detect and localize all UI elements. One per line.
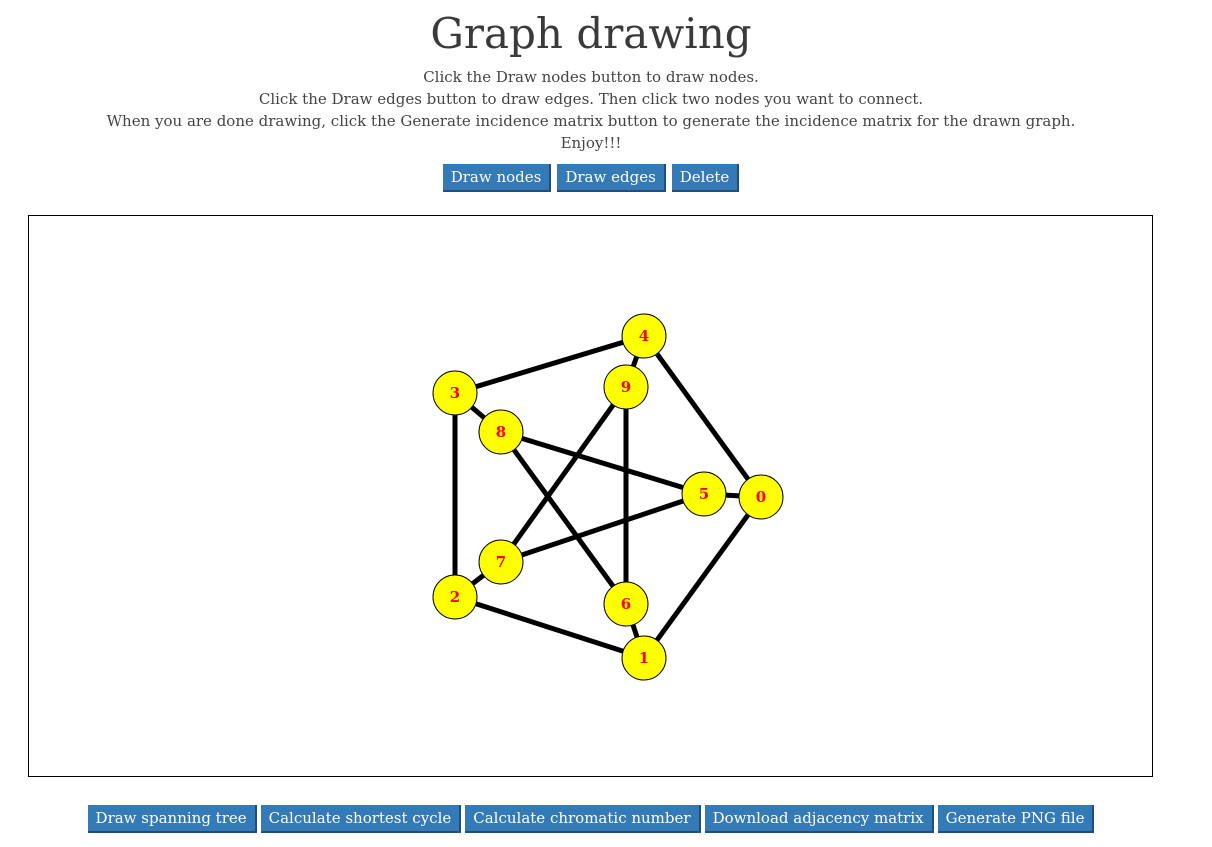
graph-node-5[interactable]: 5 [681,471,727,517]
graph-edge-0-1[interactable] [641,495,764,660]
draw-edges-button[interactable]: Draw edges [557,164,666,192]
graph-edge-8-5[interactable] [500,429,705,497]
node-label: 7 [496,553,506,571]
instruction-line: Enjoy!!! [560,134,622,152]
page-title: Graph drawing [430,9,752,58]
draw-spanning-tree-button[interactable]: Draw spanning tree [87,805,257,833]
instructions: Click the Draw nodes button to draw node… [0,66,1182,154]
node-label: 4 [639,327,649,345]
calculate-shortest-cycle-button[interactable]: Calculate shortest cycle [260,805,462,833]
node-label: 9 [621,378,631,396]
graph-node-0[interactable]: 0 [738,474,784,520]
drawing-canvas[interactable]: 0 1 2 3 4 5 6 7 8 9 [28,215,1153,777]
graph-node-1[interactable]: 1 [621,635,667,681]
node-label: 3 [450,384,460,402]
instruction-line: Click the Draw nodes button to draw node… [423,68,759,86]
node-label: 2 [450,588,460,606]
graph-edge-5-7[interactable] [500,491,705,565]
graph-node-4[interactable]: 4 [621,313,667,359]
graph-node-2[interactable]: 2 [432,574,478,620]
graph-node-6[interactable]: 6 [603,581,649,627]
instruction-line: When you are done drawing, click the Gen… [106,112,1076,130]
delete-button[interactable]: Delete [671,164,740,192]
calculate-chromatic-number-button[interactable]: Calculate chromatic number [465,805,701,833]
graph-node-8[interactable]: 8 [478,409,524,455]
graph-node-9[interactable]: 9 [603,364,649,410]
node-label: 1 [639,649,649,667]
bottom-toolbar: Draw spanning tree Calculate shortest cy… [0,805,1182,833]
node-label: 0 [756,488,766,506]
toolbar: Draw nodes Draw edges Delete [0,164,1182,192]
draw-nodes-button[interactable]: Draw nodes [442,164,552,192]
download-adjacency-matrix-button[interactable]: Download adjacency matrix [704,805,934,833]
page: Graph drawing Click the Draw nodes butto… [0,0,1212,847]
graph-node-3[interactable]: 3 [432,370,478,416]
graph-svg[interactable]: 0 1 2 3 4 5 6 7 8 9 [29,216,1152,776]
graph-node-7[interactable]: 7 [478,539,524,585]
generate-png-button[interactable]: Generate PNG file [937,805,1095,833]
node-label: 6 [621,595,631,613]
node-label: 8 [496,423,506,441]
graph-edge-7-9[interactable] [498,385,629,564]
instruction-line: Click the Draw edges button to draw edge… [258,90,924,108]
node-label: 5 [699,485,709,503]
graph-edge-6-8[interactable] [498,430,629,606]
